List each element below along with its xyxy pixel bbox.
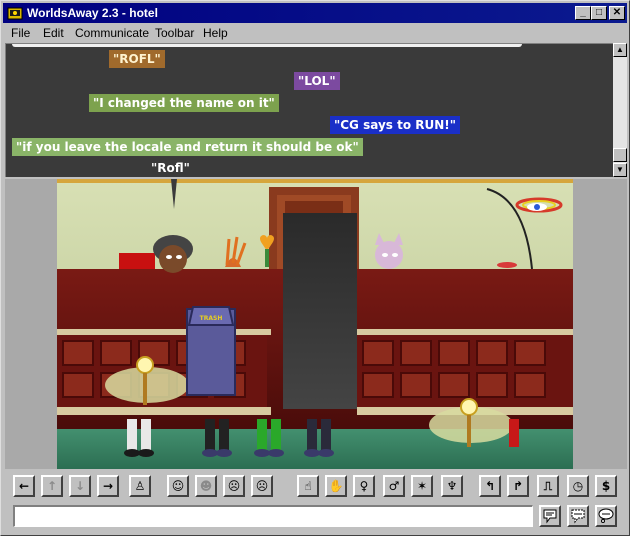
menu-bar: File Edit Communicate Toolbar Help: [3, 23, 627, 42]
close-button[interactable]: ✕: [609, 6, 625, 20]
arrow-down-button[interactable]: ↓: [69, 475, 91, 497]
whisper-icon: [571, 509, 585, 524]
scroll-down-icon[interactable]: ▼: [613, 163, 627, 177]
think-icon: [598, 508, 614, 523]
hotel-scene[interactable]: TRASH: [57, 179, 573, 469]
chat-message: "ROFL": [109, 50, 165, 68]
menu-help[interactable]: Help: [203, 26, 228, 40]
say-icon: [543, 509, 557, 524]
chat-message: "if you leave the locale and return it s…: [12, 138, 363, 156]
arrow-left-button[interactable]: ←: [13, 475, 35, 497]
face-angry-button[interactable]: ☹: [251, 475, 273, 497]
turn-right-icon: ↱: [512, 479, 524, 493]
face-neutral-button[interactable]: ☺: [167, 475, 189, 497]
arrow-right-button[interactable]: →: [97, 475, 119, 497]
arrow-right-icon: →: [102, 479, 114, 493]
arrow-left-icon: ←: [18, 479, 30, 493]
chat-message: "LOL": [294, 72, 340, 90]
money-icon: $: [601, 479, 611, 493]
chat-message: "CG says to RUN!": [330, 116, 461, 134]
gesture-wave-button[interactable]: ✋: [325, 475, 347, 497]
turn-right-button[interactable]: ↱: [507, 475, 529, 497]
arrow-down-icon: ↓: [74, 479, 86, 493]
face-neutral-icon: ☺: [171, 479, 185, 493]
chat-scrolled-bubble: [12, 44, 522, 47]
gesture-wave-icon: ✋: [328, 479, 344, 493]
scroll-up-icon[interactable]: ▲: [613, 43, 627, 57]
menu-toolbar[interactable]: Toolbar: [155, 26, 194, 40]
app-icon: [7, 7, 23, 20]
gesture-dance-icon: ♆: [446, 479, 458, 493]
gesture-jump-icon: ✶: [416, 479, 428, 493]
menu-edit[interactable]: Edit: [43, 26, 64, 40]
scroll-thumb[interactable]: [613, 148, 627, 162]
face-smile-icon: ☻: [199, 479, 213, 493]
gesture-arms-up-icon: ♀: [359, 479, 369, 493]
think-button[interactable]: [595, 505, 617, 527]
turn-left-button[interactable]: ↰: [479, 475, 501, 497]
gesture-jump-button[interactable]: ✶: [411, 475, 433, 497]
trash-label: TRASH: [200, 315, 223, 322]
menu-file[interactable]: File: [11, 26, 30, 40]
money-button[interactable]: $: [595, 475, 617, 497]
menu-communicate[interactable]: Communicate: [75, 26, 149, 40]
clock-icon: ◷: [572, 479, 584, 493]
face-angry-icon: ☹: [255, 479, 269, 493]
gesture-point-icon: ☝: [304, 479, 312, 493]
figure-icon: ♙: [134, 479, 146, 493]
exit-button[interactable]: ⎍: [537, 475, 559, 497]
whisper-button[interactable]: [567, 505, 589, 527]
chat-input[interactable]: [13, 505, 533, 527]
turn-left-icon: ↰: [484, 479, 496, 493]
face-sad-icon: ☹: [227, 479, 241, 493]
say-button[interactable]: [539, 505, 561, 527]
gesture-walk-button[interactable]: ♂: [383, 475, 405, 497]
scene-art: TRASH: [57, 179, 573, 469]
avatar-speech-text: "Rofl": [151, 161, 190, 175]
gesture-point-button[interactable]: ☝: [297, 475, 319, 497]
chat-log[interactable]: "ROFL" "LOL" "I changed the name on it" …: [5, 43, 613, 177]
chat-scrollbar[interactable]: ▲ ▼: [613, 43, 627, 177]
arrow-up-button[interactable]: ↑: [41, 475, 63, 497]
minimize-button[interactable]: _: [575, 6, 591, 20]
clock-button[interactable]: ◷: [567, 475, 589, 497]
figure-button[interactable]: ♙: [129, 475, 151, 497]
chat-message: "I changed the name on it": [89, 94, 279, 112]
face-smile-button[interactable]: ☻: [195, 475, 217, 497]
action-toolbar: ← ↑ ↓ → ♙ ☺ ☻ ☹ ☹ ☝ ✋ ♀ ♂ ✶ ♆ ↰ ↱ ⎍ ◷ $: [5, 471, 627, 501]
gesture-dance-button[interactable]: ♆: [441, 475, 463, 497]
app-window: WorldsAway 2.3 - hotel _ □ ✕ File Edit C…: [0, 0, 630, 536]
gesture-arms-up-button[interactable]: ♀: [353, 475, 375, 497]
title-bar[interactable]: WorldsAway 2.3 - hotel _ □ ✕: [3, 3, 627, 23]
exit-icon: ⎍: [543, 479, 553, 493]
face-sad-button[interactable]: ☹: [223, 475, 245, 497]
arrow-up-icon: ↑: [46, 479, 58, 493]
gesture-walk-icon: ♂: [388, 479, 400, 493]
window-title: WorldsAway 2.3 - hotel: [27, 6, 158, 20]
maximize-button[interactable]: □: [591, 6, 607, 20]
